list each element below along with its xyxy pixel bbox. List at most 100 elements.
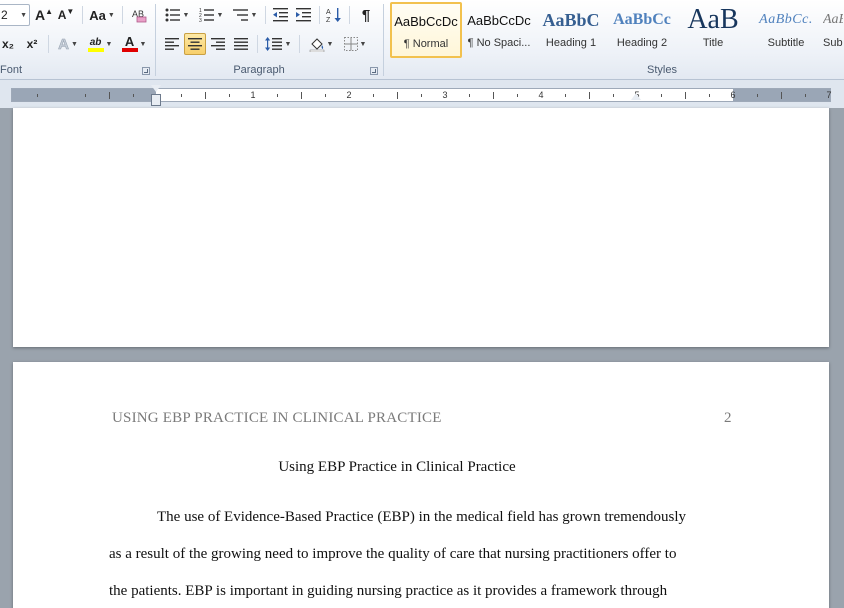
ruler-tick	[613, 94, 614, 97]
justify-icon	[234, 38, 248, 50]
align-right-icon	[211, 38, 225, 50]
right-indent-marker[interactable]	[631, 93, 641, 100]
style-name: Heading 1	[545, 37, 597, 49]
bullets-button[interactable]: ▼	[161, 4, 193, 26]
style-preview: AaBbCc	[823, 12, 843, 27]
separator	[319, 6, 320, 24]
multilevel-list-icon	[232, 9, 248, 21]
left-margin-area	[12, 89, 156, 101]
increase-indent-button[interactable]	[293, 4, 315, 26]
style-preview: AaBbCcDc	[394, 13, 458, 29]
ruler-tick	[421, 94, 422, 97]
ribbon: 2 ▼ A ▲ A ▼ Aa ▼ AB x₂ x² A ▼ ab ▼ A ▼ F…	[0, 0, 844, 80]
ruler-tick	[493, 92, 494, 99]
ruler-tick	[133, 94, 134, 97]
document-page-1[interactable]	[13, 108, 829, 347]
show-marks-button[interactable]: ¶	[355, 4, 377, 26]
change-case-button[interactable]: Aa ▼	[88, 4, 116, 26]
separator	[48, 35, 49, 53]
style-normal[interactable]: AaBbCcDc ¶ Normal	[390, 2, 462, 58]
ruler-tick	[325, 94, 326, 97]
superscript-button[interactable]: x²	[22, 33, 42, 55]
ruler-tick	[661, 94, 662, 97]
horizontal-ruler[interactable]: 1234567	[11, 88, 832, 102]
separator	[299, 35, 300, 53]
shading-button[interactable]: ▼	[305, 33, 337, 55]
ruler-number: 4	[538, 90, 544, 100]
ruler-tick	[37, 94, 38, 97]
borders-button[interactable]: ▼	[339, 33, 371, 55]
style-no-spacing[interactable]: AaBbCcDc ¶ No Spaci...	[463, 2, 535, 58]
decrease-indent-button[interactable]	[270, 4, 292, 26]
numbering-button[interactable]: 1 2 3 ▼	[195, 4, 227, 26]
justify-button[interactable]	[230, 33, 252, 55]
ruler-number: 2	[346, 90, 352, 100]
chevron-down-icon: ▼	[20, 11, 27, 19]
ruler-tick	[517, 94, 518, 97]
style-name: Sub	[823, 37, 843, 49]
running-header: USING EBP PRACTICE IN CLINICAL PRACTICE	[112, 410, 442, 426]
document-page-2[interactable]: USING EBP PRACTICE IN CLINICAL PRACTICE …	[13, 362, 829, 608]
ruler-number: 6	[730, 90, 736, 100]
separator	[257, 35, 258, 53]
separator	[265, 6, 266, 24]
bullets-icon	[165, 8, 180, 22]
subscript-icon: x₂	[1, 37, 14, 51]
first-line-indent-marker[interactable]	[151, 85, 161, 92]
styles-group-label: Styles	[647, 64, 677, 76]
style-title[interactable]: AaB Title	[677, 2, 749, 58]
align-left-button[interactable]	[161, 33, 183, 55]
text-effects-button[interactable]: A ▼	[54, 33, 82, 55]
clear-formatting-button[interactable]: AB	[128, 4, 150, 26]
clear-formatting-icon: AB	[132, 9, 147, 23]
font-color-icon: A	[124, 34, 135, 49]
highlight-color-swatch	[87, 47, 104, 52]
left-indent-marker[interactable]	[151, 94, 161, 106]
svg-text:Z: Z	[326, 17, 331, 23]
ruler-tick	[373, 94, 374, 97]
style-preview: AaBbC	[542, 9, 600, 30]
align-center-button[interactable]	[184, 33, 206, 55]
subscript-button[interactable]: x₂	[0, 33, 18, 55]
paint-bucket-icon	[309, 38, 324, 52]
ruler-tick	[229, 94, 230, 97]
pilcrow-icon: ¶	[361, 6, 371, 24]
group-separator	[155, 4, 156, 76]
style-preview: AaBbCc.	[759, 12, 813, 27]
change-case-icon: Aa	[89, 7, 106, 23]
multilevel-list-button[interactable]: ▼	[229, 4, 261, 26]
decrease-indent-icon	[273, 8, 288, 22]
style-name: ¶ No Spaci...	[467, 37, 531, 49]
svg-text:3: 3	[199, 18, 202, 22]
style-subtle-emphasis[interactable]: AaBbCc Sub	[822, 2, 844, 58]
align-left-icon	[165, 38, 179, 50]
line-spacing-button[interactable]: ▼	[262, 33, 294, 55]
font-size-box[interactable]: 2 ▼	[0, 4, 30, 26]
paragraph-line: as a result of the growing need to impro…	[109, 546, 677, 562]
ruler-tick	[205, 92, 206, 99]
ruler-tick	[85, 94, 86, 97]
highlighter-icon: ab	[89, 36, 102, 48]
style-name: Title	[702, 37, 724, 49]
document-title: Using EBP Practice in Clinical Practice	[278, 459, 516, 475]
font-group-label: Font	[0, 64, 22, 76]
font-dialog-launcher[interactable]	[142, 67, 150, 75]
align-right-button[interactable]	[207, 33, 229, 55]
style-heading-1[interactable]: AaBbC Heading 1	[535, 2, 607, 58]
highlight-button[interactable]: ab ▼	[84, 33, 116, 55]
group-separator	[383, 4, 384, 76]
font-color-button[interactable]: A ▼	[118, 33, 150, 55]
separator	[82, 6, 83, 24]
grow-font-button[interactable]: A ▲	[34, 4, 54, 26]
paragraph-dialog-launcher[interactable]	[370, 67, 378, 75]
ruler-tick	[301, 92, 302, 99]
shrink-font-button[interactable]: A ▼	[56, 4, 76, 26]
font-color-swatch	[121, 48, 138, 52]
ruler-tick	[589, 92, 590, 99]
font-size-value: 2	[1, 8, 8, 22]
style-heading-2[interactable]: AaBbCc Heading 2	[606, 2, 678, 58]
paragraph-line: The use of Evidence-Based Practice (EBP)…	[157, 509, 686, 525]
sort-button[interactable]: A Z	[323, 4, 345, 26]
style-name: ¶ Normal	[403, 38, 449, 50]
style-subtitle[interactable]: AaBbCc. Subtitle	[750, 2, 822, 58]
